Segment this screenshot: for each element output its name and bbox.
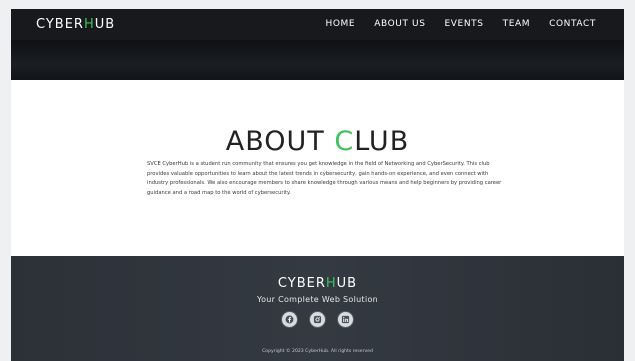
site-logo[interactable]: CYBERHUB	[36, 17, 115, 32]
about-heading-accent: C	[334, 126, 355, 157]
navbar: CYBERHUB HOME ABOUT US EVENTS TEAM CONTA…	[11, 9, 624, 40]
footer-logo-suffix: UB	[336, 276, 358, 291]
linkedin-icon	[341, 315, 350, 324]
hero-banner	[11, 40, 624, 80]
about-description: SVCE CyberHub is a student run community…	[147, 161, 502, 196]
footer-tagline: Your Complete Web Solution	[256, 295, 379, 304]
nav-link-home[interactable]: HOME	[325, 19, 355, 30]
linkedin-button[interactable]	[338, 312, 353, 327]
logo-text-prefix: CYBER	[36, 17, 84, 32]
nav-link-about-us[interactable]: ABOUT US	[374, 19, 425, 30]
logo-text-suffix: UB	[94, 17, 116, 32]
nav-link-team[interactable]: TEAM	[503, 19, 531, 30]
instagram-icon	[313, 315, 322, 324]
copyright-text: Copyright © 2023 CyberHub. All rights re…	[262, 349, 373, 354]
social-links	[11, 312, 624, 327]
about-heading-prefix: ABOUT	[225, 126, 335, 157]
footer-logo[interactable]: CYBERHUB	[11, 276, 624, 291]
nav-link-contact[interactable]: CONTACT	[549, 19, 596, 30]
instagram-button[interactable]	[310, 312, 325, 327]
footer-logo-accent: H	[325, 276, 337, 291]
footer-logo-prefix: CYBER	[277, 276, 326, 291]
browser-viewport: CYBERHUB HOME ABOUT US EVENTS TEAM CONTA…	[11, 9, 624, 361]
about-section: ABOUT CLUB SVCE CyberHub is a student ru…	[11, 80, 624, 256]
nav-link-events[interactable]: EVENTS	[445, 19, 484, 30]
facebook-icon	[285, 315, 294, 324]
main-menu: HOME ABOUT US EVENTS TEAM CONTACT	[306, 19, 596, 30]
about-heading-suffix: LUB	[354, 126, 410, 157]
logo-text-accent: H	[83, 17, 95, 32]
about-heading: ABOUT CLUB	[11, 127, 624, 157]
footer: CYBERHUB Your Complete Web Solution Copy…	[11, 256, 624, 361]
facebook-button[interactable]	[282, 312, 297, 327]
